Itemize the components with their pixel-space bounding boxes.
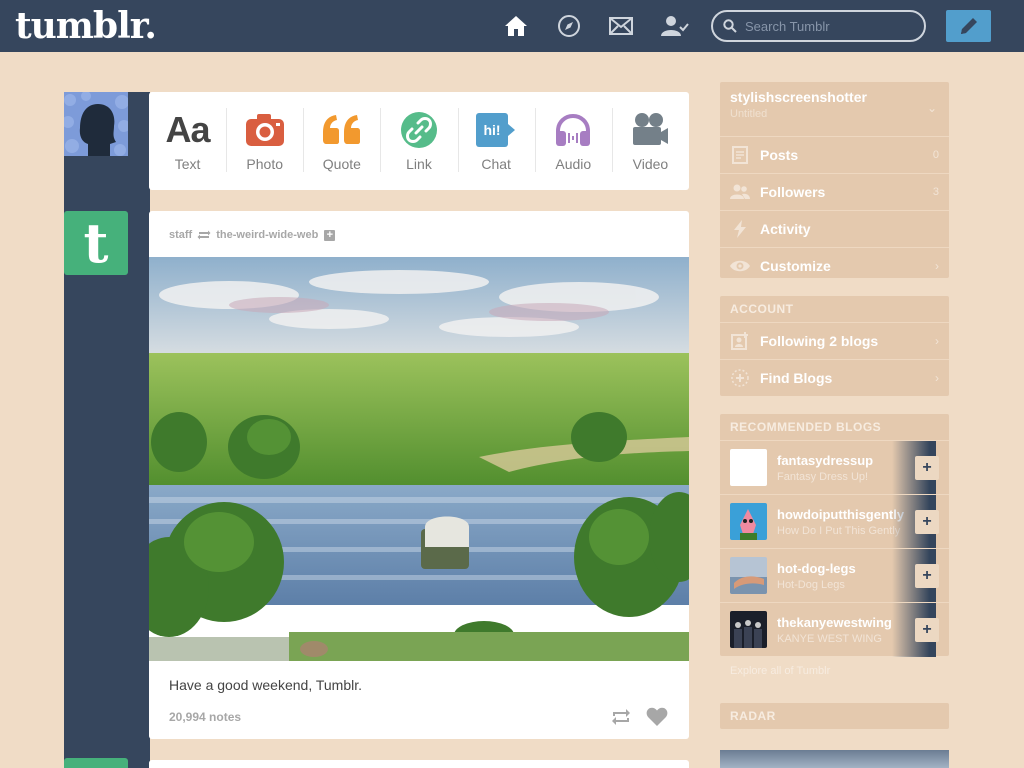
- post-header: staff the-weird-wide-web +: [169, 227, 336, 243]
- home-icon[interactable]: [503, 13, 529, 39]
- quote-icon: [322, 110, 362, 150]
- recommended-title: RECOMMENDED BLOGS: [730, 420, 882, 434]
- staff-avatar-next[interactable]: [64, 758, 128, 768]
- followers-icon: [730, 182, 750, 202]
- post-type-text[interactable]: Aa Text: [149, 92, 226, 190]
- radar-title: RADAR: [730, 709, 776, 723]
- sidebar-item-find-blogs[interactable]: Find Blogs ›: [720, 359, 949, 396]
- post-notes[interactable]: 20,994 notes: [169, 710, 241, 724]
- search-input[interactable]: [745, 18, 915, 34]
- recommended-blog-item[interactable]: howdoiputthisgently How Do I Put This Ge…: [720, 494, 949, 549]
- top-header: tumblr.: [0, 0, 1024, 52]
- dashboard-rail: [64, 92, 150, 768]
- avatar[interactable]: [730, 503, 767, 540]
- post-author[interactable]: staff: [169, 229, 192, 241]
- post-type-video[interactable]: Video: [611, 92, 689, 190]
- next-post-card: [149, 760, 689, 768]
- blog-switcher[interactable]: stylishscreenshotter Untitled ⌄: [720, 82, 949, 136]
- post-type-audio[interactable]: Audio: [534, 92, 612, 190]
- follow-button[interactable]: +: [915, 564, 939, 588]
- like-heart-icon[interactable]: [646, 707, 668, 727]
- blog-menu: stylishscreenshotter Untitled ⌄ Posts 0 …: [720, 82, 949, 278]
- staff-t-glyph: t: [83, 211, 109, 275]
- chevron-right-icon: ›: [935, 259, 939, 273]
- post-type-link[interactable]: Link: [380, 92, 457, 190]
- account-section-title: ACCOUNT: [730, 302, 794, 316]
- avatar[interactable]: [730, 449, 767, 486]
- search-bar[interactable]: [711, 10, 926, 42]
- pencil-icon: [960, 18, 977, 34]
- explore-compass-icon[interactable]: [556, 13, 582, 39]
- sidebar-item-followers[interactable]: Followers 3: [720, 173, 949, 210]
- sidebar-item-activity[interactable]: Activity: [720, 210, 949, 247]
- chevron-right-icon: ›: [935, 334, 939, 348]
- account-icon[interactable]: [660, 13, 690, 39]
- post-type-quote[interactable]: Quote: [303, 92, 380, 190]
- blog-subtitle: Untitled: [730, 108, 768, 120]
- sidebar-item-customize[interactable]: Customize ›: [720, 247, 949, 284]
- activity-bolt-icon: [730, 219, 750, 239]
- post-card: staff the-weird-wide-web + Have a good w…: [149, 211, 689, 739]
- find-blogs-icon: [730, 368, 750, 388]
- reblog-small-icon: [197, 230, 211, 240]
- recommended-blog-item[interactable]: fantasydressup Fantasy Dress Up! +: [720, 440, 949, 495]
- follow-button[interactable]: +: [915, 510, 939, 534]
- recommended-blogs: RECOMMENDED BLOGS fantasydressup Fantasy…: [720, 414, 949, 657]
- chevron-down-icon: ⌄: [926, 101, 937, 115]
- follow-plus-icon[interactable]: +: [324, 229, 336, 241]
- svg-text:hi!: hi!: [484, 122, 501, 138]
- post-type-bar: Aa Text Photo Quote Link hi! Chat Audio: [149, 92, 689, 190]
- avatar[interactable]: [64, 92, 128, 156]
- recommended-blog-item[interactable]: hot-dog-legs Hot-Dog Legs +: [720, 548, 949, 603]
- blog-name: stylishscreenshotter: [730, 89, 867, 105]
- sidebar-item-posts[interactable]: Posts 0: [720, 136, 949, 173]
- text-icon: Aa: [165, 109, 211, 150]
- post-caption: Have a good weekend, Tumblr.: [169, 677, 363, 693]
- follow-button[interactable]: +: [915, 618, 939, 642]
- staff-avatar[interactable]: t: [64, 211, 128, 275]
- compose-button[interactable]: [946, 10, 991, 42]
- post-type-chat[interactable]: hi! Chat: [457, 92, 535, 190]
- link-icon: [400, 110, 438, 150]
- radar-image[interactable]: [720, 750, 949, 768]
- reblog-icon[interactable]: [610, 707, 632, 727]
- radar-header: RADAR: [720, 703, 949, 729]
- video-camera-icon: [630, 110, 670, 150]
- post-reblogged-from[interactable]: the-weird-wide-web: [216, 229, 318, 241]
- posts-icon: [730, 145, 750, 165]
- post-type-photo[interactable]: Photo: [226, 92, 303, 190]
- search-icon: [723, 19, 737, 33]
- following-icon: [730, 331, 750, 351]
- recommended-blog-item[interactable]: thekanyewestwing KANYE WEST WING +: [720, 602, 949, 657]
- post-photo[interactable]: [149, 257, 689, 661]
- follow-button[interactable]: +: [915, 456, 939, 480]
- chevron-right-icon: ›: [935, 371, 939, 385]
- explore-link[interactable]: Explore all of Tumblr: [730, 665, 830, 677]
- camera-icon: [245, 110, 285, 150]
- customize-eye-icon: [730, 256, 750, 276]
- headphones-icon: [553, 110, 593, 150]
- avatar[interactable]: [730, 611, 767, 648]
- inbox-envelope-icon[interactable]: [608, 13, 634, 39]
- tumblr-logo[interactable]: tumblr.: [15, 4, 157, 48]
- chat-icon: hi!: [475, 110, 517, 150]
- sidebar-item-following[interactable]: Following 2 blogs ›: [720, 322, 949, 359]
- account-menu: ACCOUNT Following 2 blogs › Find Blogs ›: [720, 296, 949, 396]
- avatar[interactable]: [730, 557, 767, 594]
